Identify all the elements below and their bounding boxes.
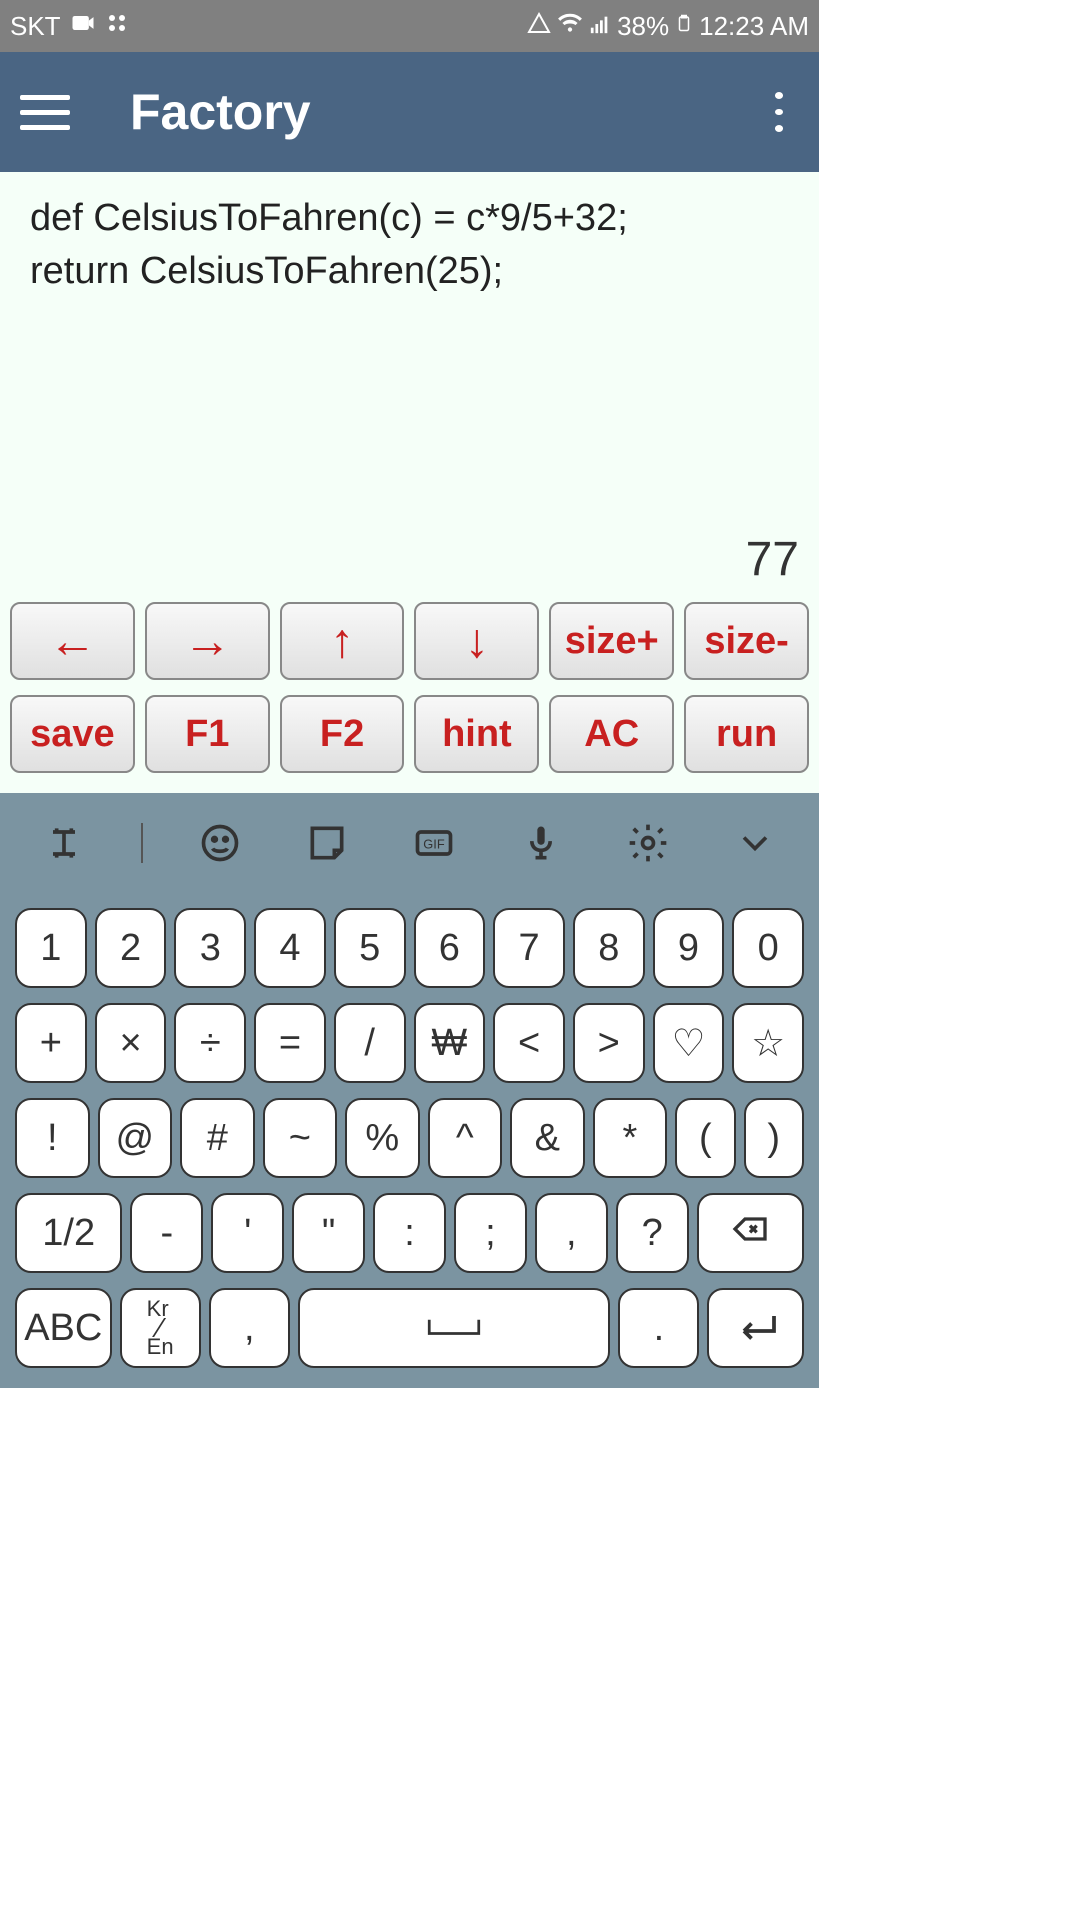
keyboard-row-4: 1/2 - ' " : ; , ? [15, 1193, 804, 1273]
gear-icon[interactable] [618, 813, 678, 873]
key-comma[interactable]: , [535, 1193, 608, 1273]
key-colon[interactable]: : [373, 1193, 446, 1273]
svg-text:GIF: GIF [423, 837, 445, 852]
key-slash[interactable]: / [334, 1003, 406, 1083]
keyboard-row-3: ! @ # ~ % ^ & * ( ) [15, 1098, 804, 1178]
code-line-1: def CelsiusToFahren(c) = c*9/5+32; [30, 192, 789, 245]
emoji-icon[interactable] [190, 813, 250, 873]
key-0[interactable]: 0 [732, 908, 804, 988]
app-bar: Factory [0, 52, 819, 172]
key-greaterthan[interactable]: > [573, 1003, 645, 1083]
wifi-icon [557, 10, 583, 43]
microphone-icon[interactable] [511, 813, 571, 873]
key-8[interactable]: 8 [573, 908, 645, 988]
warning-icon [527, 11, 551, 42]
key-heart[interactable]: ♡ [653, 1003, 725, 1083]
arrow-down-button[interactable]: ↓ [414, 602, 539, 680]
key-symbol-page[interactable]: 1/2 [15, 1193, 122, 1273]
key-question[interactable]: ? [616, 1193, 689, 1273]
key-6[interactable]: 6 [414, 908, 486, 988]
key-1[interactable]: 1 [15, 908, 87, 988]
key-plus[interactable]: + [15, 1003, 87, 1083]
key-semicolon[interactable]: ; [454, 1193, 527, 1273]
status-bar: SKT 38% 12:23 AM [0, 0, 819, 52]
battery-icon [675, 10, 693, 43]
arrow-right-button[interactable]: → [145, 602, 270, 680]
f1-button[interactable]: F1 [145, 695, 270, 773]
keyboard-toolbar: GIF [0, 793, 819, 893]
backspace-icon [730, 1209, 770, 1257]
size-plus-button[interactable]: size+ [549, 602, 674, 680]
arrow-up-button[interactable]: ↑ [280, 602, 405, 680]
key-comma-bottom[interactable]: , [209, 1288, 290, 1368]
key-tilde[interactable]: ~ [263, 1098, 338, 1178]
key-space[interactable] [298, 1288, 611, 1368]
carrier-label: SKT [10, 11, 61, 42]
key-enter[interactable] [707, 1288, 804, 1368]
fn-row-2: save F1 F2 hint AC run [5, 695, 814, 773]
signal-icon [589, 11, 611, 42]
apps-icon [105, 11, 129, 42]
key-caret[interactable]: ^ [428, 1098, 503, 1178]
key-star[interactable]: ☆ [732, 1003, 804, 1083]
keyboard-row-2: + × ÷ = / ₩ < > ♡ ☆ [15, 1003, 804, 1083]
result-value: 77 [746, 532, 799, 587]
key-9[interactable]: 9 [653, 908, 725, 988]
fn-row-1: ← → ↑ ↓ size+ size- [5, 602, 814, 680]
key-divide[interactable]: ÷ [174, 1003, 246, 1083]
arrow-left-button[interactable]: ← [10, 602, 135, 680]
key-percent[interactable]: % [345, 1098, 420, 1178]
key-abc[interactable]: ABC [15, 1288, 112, 1368]
key-apostrophe[interactable]: ' [211, 1193, 284, 1273]
code-editor[interactable]: def CelsiusToFahren(c) = c*9/5+32; retur… [0, 172, 819, 597]
key-won[interactable]: ₩ [414, 1003, 486, 1083]
key-quote[interactable]: " [292, 1193, 365, 1273]
key-4[interactable]: 4 [254, 908, 326, 988]
app-title: Factory [130, 83, 759, 141]
key-5[interactable]: 5 [334, 908, 406, 988]
f2-button[interactable]: F2 [280, 695, 405, 773]
status-right: 38% 12:23 AM [527, 10, 809, 43]
key-asterisk[interactable]: * [593, 1098, 668, 1178]
key-backspace[interactable] [697, 1193, 804, 1273]
video-icon [69, 9, 97, 44]
key-lparen[interactable]: ( [675, 1098, 735, 1178]
ac-button[interactable]: AC [549, 695, 674, 773]
hint-button[interactable]: hint [414, 695, 539, 773]
gif-icon[interactable]: GIF [404, 813, 464, 873]
time-label: 12:23 AM [699, 11, 809, 42]
hamburger-menu-button[interactable] [20, 87, 70, 137]
key-lessthan[interactable]: < [493, 1003, 565, 1083]
key-7[interactable]: 7 [493, 908, 565, 988]
run-button[interactable]: run [684, 695, 809, 773]
key-exclaim[interactable]: ! [15, 1098, 90, 1178]
key-period[interactable]: . [618, 1288, 699, 1368]
language-label: Kr ⁄ En [147, 1298, 174, 1359]
key-equals[interactable]: = [254, 1003, 326, 1083]
keyboard: 1 2 3 4 5 6 7 8 9 0 + × ÷ = / ₩ < > ♡ ☆ … [0, 893, 819, 1388]
key-hash[interactable]: # [180, 1098, 255, 1178]
key-rparen[interactable]: ) [744, 1098, 804, 1178]
chevron-down-icon[interactable] [725, 813, 785, 873]
keyboard-row-1: 1 2 3 4 5 6 7 8 9 0 [15, 908, 804, 988]
code-line-3: return CelsiusToFahren(25); [30, 245, 789, 298]
key-minus[interactable]: - [130, 1193, 203, 1273]
toolbar-divider [141, 823, 143, 863]
key-ampersand[interactable]: & [510, 1098, 585, 1178]
status-left: SKT [10, 9, 129, 44]
battery-percent: 38% [617, 11, 669, 42]
key-at[interactable]: @ [98, 1098, 173, 1178]
text-tool-icon[interactable] [34, 813, 94, 873]
overflow-menu-button[interactable] [759, 92, 799, 132]
key-3[interactable]: 3 [174, 908, 246, 988]
function-button-panel: ← → ↑ ↓ size+ size- save F1 F2 hint AC r… [0, 597, 819, 793]
size-minus-button[interactable]: size- [684, 602, 809, 680]
key-language[interactable]: Kr ⁄ En [120, 1288, 201, 1368]
key-multiply[interactable]: × [95, 1003, 167, 1083]
key-2[interactable]: 2 [95, 908, 167, 988]
keyboard-row-5: ABC Kr ⁄ En , . [15, 1288, 804, 1368]
sticker-icon[interactable] [297, 813, 357, 873]
save-button[interactable]: save [10, 695, 135, 773]
